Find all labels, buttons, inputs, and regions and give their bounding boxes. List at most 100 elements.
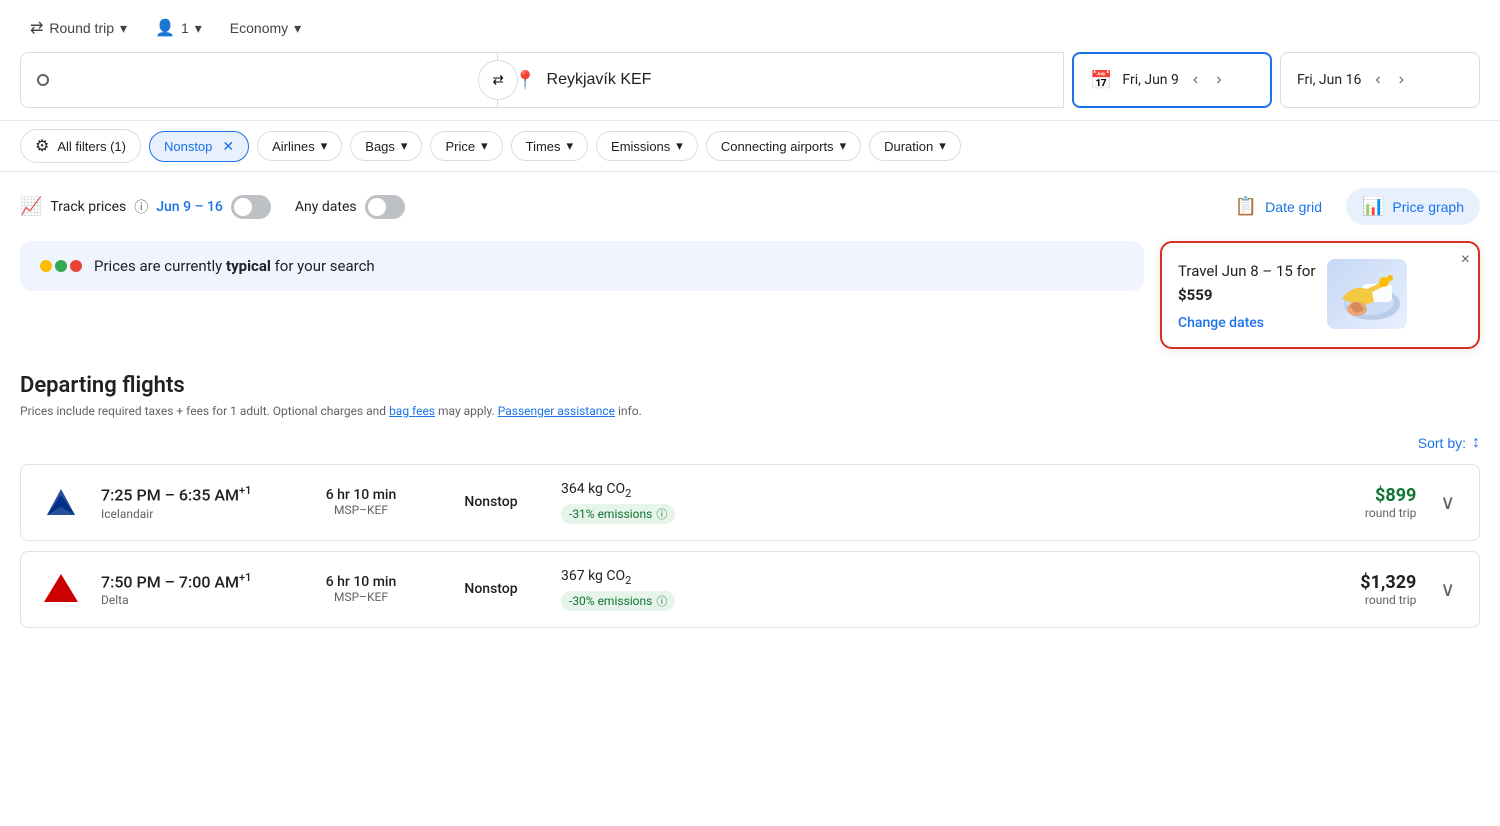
flight-price-2: $1,329 round trip xyxy=(1360,572,1416,607)
flight-emissions-2: 367 kg CO2 -30% emissions ⓘ xyxy=(561,568,741,611)
return-date-field[interactable]: Fri, Jun 16 ‹ › xyxy=(1280,52,1480,108)
times-chevron-icon: ▾ xyxy=(567,138,574,154)
track-prices-section: 📈 Track prices ⓘ Jun 9 – 16 xyxy=(20,195,271,219)
flight-row[interactable]: 7:25 PM – 6:35 AM+1 Icelandair 6 hr 10 m… xyxy=(20,464,1480,541)
bags-filter[interactable]: Bags ▾ xyxy=(350,131,422,161)
popup-close-button[interactable]: × xyxy=(1461,251,1470,269)
bags-chevron-icon: ▾ xyxy=(401,138,408,154)
emissions-badge-1: -31% emissions ⓘ xyxy=(561,504,675,524)
expand-button-1[interactable]: ∨ xyxy=(1436,486,1459,519)
trip-type-chevron: ▾ xyxy=(120,20,127,37)
bag-fees-link[interactable]: bag fees xyxy=(389,404,435,418)
price-graph-button[interactable]: 📊 Price graph xyxy=(1346,188,1480,225)
passengers-selector[interactable]: 👤 1 ▾ xyxy=(145,12,212,44)
passengers-chevron: ▾ xyxy=(195,20,202,37)
swap-button[interactable]: ⇄ xyxy=(478,60,518,100)
departing-subtitle: Prices include required taxes + fees for… xyxy=(20,404,1480,418)
origin-circle-icon xyxy=(37,74,49,86)
track-prices-toggle[interactable] xyxy=(231,195,271,219)
flight-stops-2: Nonstop xyxy=(441,581,541,597)
emissions-filter[interactable]: Emissions ▾ xyxy=(596,131,698,161)
dot-orange xyxy=(70,260,82,272)
calendar-icon: 📅 xyxy=(1090,70,1112,91)
emissions-info-icon-2[interactable]: ⓘ xyxy=(656,593,667,609)
info-icon[interactable]: ⓘ xyxy=(134,197,148,217)
depart-date-label: Fri, Jun 9 xyxy=(1122,72,1178,88)
right-tools: 📋 Date grid 📊 Price graph xyxy=(1219,188,1480,225)
airlines-label: Airlines xyxy=(272,139,315,154)
any-dates-toggle[interactable] xyxy=(365,195,405,219)
price-value-2: $1,329 xyxy=(1360,572,1416,593)
price-typical-highlight: typical xyxy=(226,257,271,275)
price-graph-label: Price graph xyxy=(1392,199,1464,215)
search-bar: Minneapolis ⇄ 📍 📅 Fri, Jun 9 ‹ › Fri, Ju… xyxy=(0,52,1500,120)
flight-row[interactable]: 7:50 PM – 7:00 AM+1 Delta 6 hr 10 min MS… xyxy=(20,551,1480,628)
trip-type-label: Round trip xyxy=(49,20,114,36)
emissions-value-1: 364 kg CO2 xyxy=(561,481,741,500)
nonstop-filter[interactable]: Nonstop ✕ xyxy=(149,131,249,162)
duration-chevron-icon: ▾ xyxy=(939,138,946,154)
passenger-assistance-link[interactable]: Passenger assistance xyxy=(498,404,615,418)
popup-illustration xyxy=(1327,259,1407,329)
tracking-row: 📈 Track prices ⓘ Jun 9 – 16 Any dates 📋 … xyxy=(20,188,1480,225)
duration-time-2: 6 hr 10 min xyxy=(301,574,421,590)
icelandair-logo-svg xyxy=(42,483,80,521)
duration-time-1: 6 hr 10 min xyxy=(301,487,421,503)
sort-button[interactable]: Sort by: ↕ xyxy=(1418,434,1480,452)
depart-date-field[interactable]: 📅 Fri, Jun 9 ‹ › xyxy=(1072,52,1272,108)
emissions-text-2: 367 kg CO xyxy=(561,568,625,584)
depart-next-button[interactable]: › xyxy=(1212,67,1225,93)
track-prices-slider xyxy=(231,195,271,219)
depart-prev-button[interactable]: ‹ xyxy=(1189,67,1202,93)
nonstop-remove-button[interactable]: ✕ xyxy=(222,138,234,155)
popup-card: × Travel Jun 8 – 15 for$559 Change dates xyxy=(1160,241,1480,349)
subtitle-end: info. xyxy=(618,404,642,418)
price-trip-type-1: round trip xyxy=(1365,506,1416,520)
emissions-value-2: 367 kg CO2 xyxy=(561,568,741,587)
change-dates-link[interactable]: Change dates xyxy=(1178,315,1315,331)
price-typical-suffix: for your search xyxy=(271,257,375,275)
airlines-chevron-icon: ▾ xyxy=(321,138,328,154)
sort-by-label: Sort by: xyxy=(1418,435,1466,451)
swap-icon: ⇄ xyxy=(30,18,43,38)
all-filters-button[interactable]: ⚙ All filters (1) xyxy=(20,129,141,163)
filter-icon: ⚙ xyxy=(35,136,49,156)
emissions-sub-1: 2 xyxy=(625,487,631,500)
track-prices-label: Track prices xyxy=(50,199,126,215)
connecting-airports-label: Connecting airports xyxy=(721,139,834,154)
airlines-filter[interactable]: Airlines ▾ xyxy=(257,131,342,161)
emissions-chevron-icon: ▾ xyxy=(676,138,683,154)
emissions-badge-text-1: -31% emissions xyxy=(569,507,652,521)
flight-time-range-2: 7:50 PM – 7:00 AM+1 xyxy=(101,571,281,591)
subtitle-mid: may apply. xyxy=(438,404,498,418)
popup-travel-text: Travel Jun 8 – 15 for$559 xyxy=(1178,259,1315,307)
date-grid-button[interactable]: 📋 Date grid xyxy=(1219,188,1338,225)
destination-input[interactable] xyxy=(547,71,1047,89)
price-filter[interactable]: Price ▾ xyxy=(430,131,502,161)
connecting-airports-filter[interactable]: Connecting airports ▾ xyxy=(706,131,861,161)
time-super-2: +1 xyxy=(239,571,251,584)
expand-button-2[interactable]: ∨ xyxy=(1436,573,1459,606)
cabin-class-label: Economy xyxy=(230,20,288,36)
destination-field[interactable]: 📍 xyxy=(498,52,1064,108)
trip-type-selector[interactable]: ⇄ Round trip ▾ xyxy=(20,12,137,44)
emissions-info-icon-1[interactable]: ⓘ xyxy=(656,506,667,522)
price-alert-box: Prices are currently typical for your se… xyxy=(20,241,1144,291)
price-indicator-dots xyxy=(40,260,82,272)
emissions-text-1: 364 kg CO xyxy=(561,481,625,497)
emissions-sub-2: 2 xyxy=(625,574,631,587)
return-prev-button[interactable]: ‹ xyxy=(1371,67,1384,93)
price-typical-text: Prices are currently typical for your se… xyxy=(94,257,375,275)
person-icon: 👤 xyxy=(155,18,175,38)
cabin-class-selector[interactable]: Economy ▾ xyxy=(220,14,311,43)
return-next-button[interactable]: › xyxy=(1395,67,1408,93)
date-grid-label: Date grid xyxy=(1265,199,1322,215)
origin-input[interactable]: Minneapolis xyxy=(59,71,481,89)
price-label: Price xyxy=(445,139,475,154)
origin-field[interactable]: Minneapolis xyxy=(20,52,498,108)
any-dates-label: Any dates xyxy=(295,199,357,215)
times-filter[interactable]: Times ▾ xyxy=(511,131,588,161)
flight-times-2: 7:50 PM – 7:00 AM+1 Delta xyxy=(101,571,281,607)
duration-filter[interactable]: Duration ▾ xyxy=(869,131,961,161)
any-dates-slider xyxy=(365,195,405,219)
